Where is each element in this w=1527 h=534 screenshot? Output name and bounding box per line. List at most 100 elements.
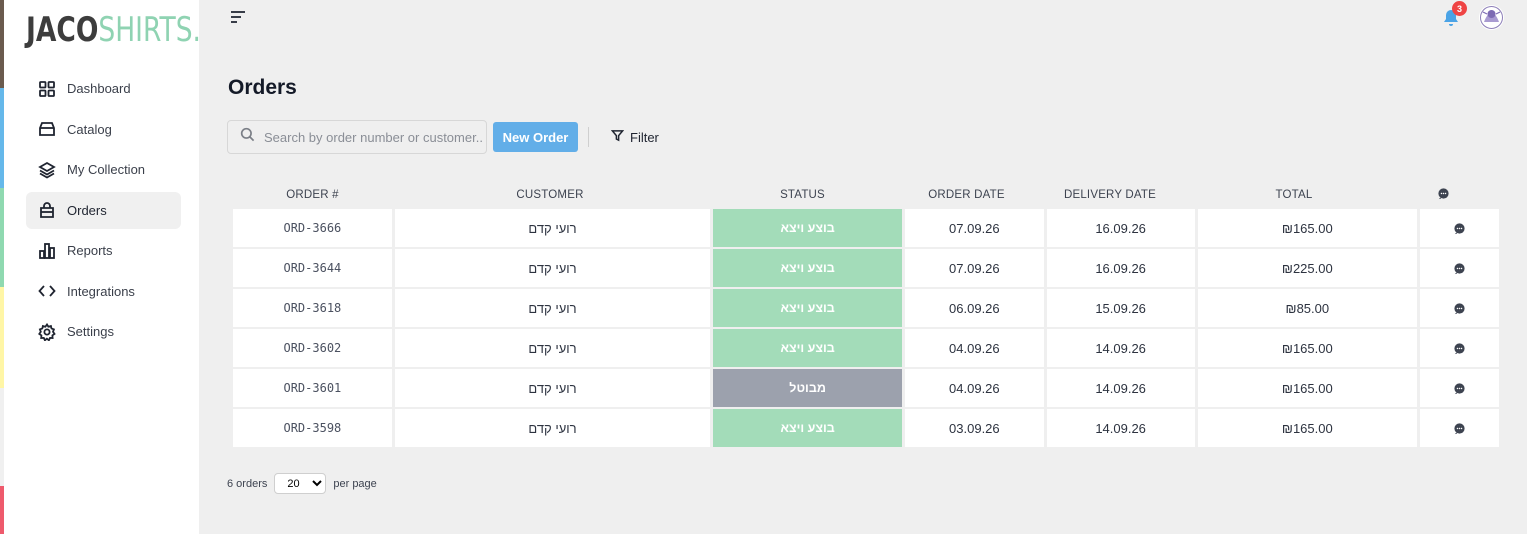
status-badge: בוצע ויצא <box>713 409 902 447</box>
column-header-order[interactable]: ORDER # <box>233 189 392 201</box>
sidebar-item-label: My Collection <box>67 162 146 177</box>
table-header: ORDER # CUSTOMER STATUS ORDER DATE DELIV… <box>233 184 1499 206</box>
table-row[interactable]: ORD-3644 רועי קדם בוצע ויצא 07.09.26 16.09.2… <box>233 249 1500 287</box>
filter-icon <box>610 129 630 145</box>
total-cell: ₪165.00 <box>1197 409 1418 447</box>
status-badge: מבוטל <box>713 369 902 407</box>
box-icon <box>38 120 56 138</box>
sidebar: JACOSHIRTS. Dashboard Catalog My Collect… <box>4 0 201 534</box>
code-icon <box>38 282 56 300</box>
search-input[interactable] <box>264 129 484 145</box>
page-title: Orders <box>228 76 297 99</box>
total-cell: ₪165.00 <box>1197 369 1418 407</box>
chat-icon[interactable] <box>1420 209 1500 247</box>
chat-icon[interactable] <box>1420 289 1500 327</box>
order-date-cell: 04.09.26 <box>904 369 1044 407</box>
table-body: ORD-3666 רועי קדם בוצע ויצא 07.09.26 16.09.2… <box>233 209 1500 447</box>
order-date-cell: 04.09.26 <box>904 329 1044 367</box>
total-cell: ₪165.00 <box>1197 209 1418 247</box>
table-row[interactable]: ORD-3666 רועי קדם בוצע ויצא 07.09.26 16.09.2… <box>233 209 1500 247</box>
sidebar-item-my-collection[interactable]: My Collection <box>26 151 181 188</box>
customer-cell: רועי קדם <box>394 249 711 287</box>
order-date-cell: 06.09.26 <box>904 289 1044 327</box>
sidebar-item-settings[interactable]: Settings <box>26 313 181 350</box>
column-header-delivery-date[interactable]: DELIVERY DATE <box>1036 189 1184 201</box>
search-icon <box>240 127 255 147</box>
filter-button[interactable]: Filter <box>610 128 659 146</box>
delivery-date-cell: 14.09.26 <box>1046 329 1195 367</box>
search-box <box>227 120 487 154</box>
order-number-cell[interactable]: ORD-3618 <box>233 289 392 327</box>
sidebar-item-orders[interactable]: Orders <box>26 191 181 229</box>
gear-icon <box>38 322 56 341</box>
menu-toggle-icon[interactable] <box>229 9 247 25</box>
status-badge: בוצע ויצא <box>713 329 902 367</box>
sidebar-item-label: Reports <box>67 243 113 258</box>
status-badge: בוצע ויצא <box>713 209 902 247</box>
table-row[interactable]: ORD-3598 רועי קדם בוצע ויצא 03.09.26 14.09.2… <box>233 409 1500 447</box>
logo-text-accent: SHIRTS. <box>98 10 201 50</box>
sidebar-nav: Dashboard Catalog My Collection Orders R… <box>26 70 181 354</box>
order-number-cell[interactable]: ORD-3598 <box>233 409 392 447</box>
table-row[interactable]: ORD-3601 רועי קדם מבוטל 04.09.26 14.09.26 ₪16… <box>233 369 1500 407</box>
chat-icon[interactable] <box>1420 409 1500 447</box>
order-number-cell[interactable]: ORD-3644 <box>233 249 392 287</box>
chat-icon[interactable] <box>1420 249 1500 287</box>
logo-text-primary: JACO <box>26 10 99 50</box>
status-badge: בוצע ויצא <box>713 249 902 287</box>
bag-icon <box>38 201 56 219</box>
customer-cell: רועי קדם <box>394 289 711 327</box>
order-number-cell[interactable]: ORD-3666 <box>233 209 392 247</box>
sidebar-item-catalog[interactable]: Catalog <box>26 111 181 148</box>
filter-label: Filter <box>630 129 659 145</box>
status-badge: בוצע ויצא <box>713 289 902 327</box>
sidebar-item-integrations[interactable]: Integrations <box>26 273 181 310</box>
orders-count: 6 orders <box>227 477 268 490</box>
per-page-label: per page <box>333 477 377 490</box>
new-order-button[interactable]: New Order <box>493 122 578 152</box>
column-header-order-date[interactable]: ORDER DATE <box>897 189 1036 201</box>
order-number-cell[interactable]: ORD-3601 <box>233 369 392 407</box>
avatar-icon[interactable] <box>1479 5 1504 30</box>
order-number-cell[interactable]: ORD-3602 <box>233 329 392 367</box>
sidebar-item-label: Dashboard <box>67 81 131 96</box>
pagination-footer: 6 orders 20 per page <box>227 473 377 494</box>
customer-cell: רועי קדם <box>394 329 711 367</box>
delivery-date-cell: 16.09.26 <box>1046 249 1195 287</box>
column-header-comments <box>1404 187 1483 203</box>
toolbar-divider <box>588 127 589 147</box>
table-row[interactable]: ORD-3602 רועי קדם בוצע ויצא 04.09.26 14.09.2… <box>233 329 1500 367</box>
chart-icon <box>38 242 56 260</box>
sidebar-item-label: Orders <box>67 202 107 218</box>
sidebar-item-label: Settings <box>67 324 114 339</box>
sidebar-item-label: Integrations <box>67 283 135 299</box>
customer-cell: רועי קדם <box>394 209 711 247</box>
chat-icon[interactable] <box>1420 329 1500 367</box>
sidebar-item-dashboard[interactable]: Dashboard <box>26 70 181 107</box>
chat-icon[interactable] <box>1420 369 1500 407</box>
delivery-date-cell: 14.09.26 <box>1046 409 1195 447</box>
order-date-cell: 07.09.26 <box>904 249 1044 287</box>
column-header-total[interactable]: TOTAL <box>1184 189 1404 201</box>
customer-cell: רועי קדם <box>394 369 711 407</box>
delivery-date-cell: 16.09.26 <box>1046 209 1195 247</box>
sidebar-item-reports[interactable]: Reports <box>26 232 181 269</box>
customer-cell: רועי קדם <box>394 409 711 447</box>
order-date-cell: 03.09.26 <box>904 409 1044 447</box>
table-row[interactable]: ORD-3618 רועי קדם בוצע ויצא 06.09.26 15.09.2… <box>233 289 1500 327</box>
column-header-status[interactable]: STATUS <box>708 189 897 201</box>
order-date-cell: 07.09.26 <box>904 209 1044 247</box>
total-cell: ₪225.00 <box>1197 249 1418 287</box>
delivery-date-cell: 14.09.26 <box>1046 369 1195 407</box>
notification-badge: 3 <box>1452 1 1467 16</box>
layers-icon <box>38 161 56 179</box>
column-header-customer[interactable]: CUSTOMER <box>392 189 708 201</box>
chat-icon <box>1437 188 1450 203</box>
total-cell: ₪85.00 <box>1197 289 1418 327</box>
logo[interactable]: JACOSHIRTS. <box>26 10 201 50</box>
sidebar-item-label: Catalog <box>67 121 112 137</box>
grid-icon <box>38 80 56 98</box>
total-cell: ₪165.00 <box>1197 329 1418 367</box>
delivery-date-cell: 15.09.26 <box>1046 289 1195 327</box>
page-size-select[interactable]: 20 <box>274 473 327 494</box>
